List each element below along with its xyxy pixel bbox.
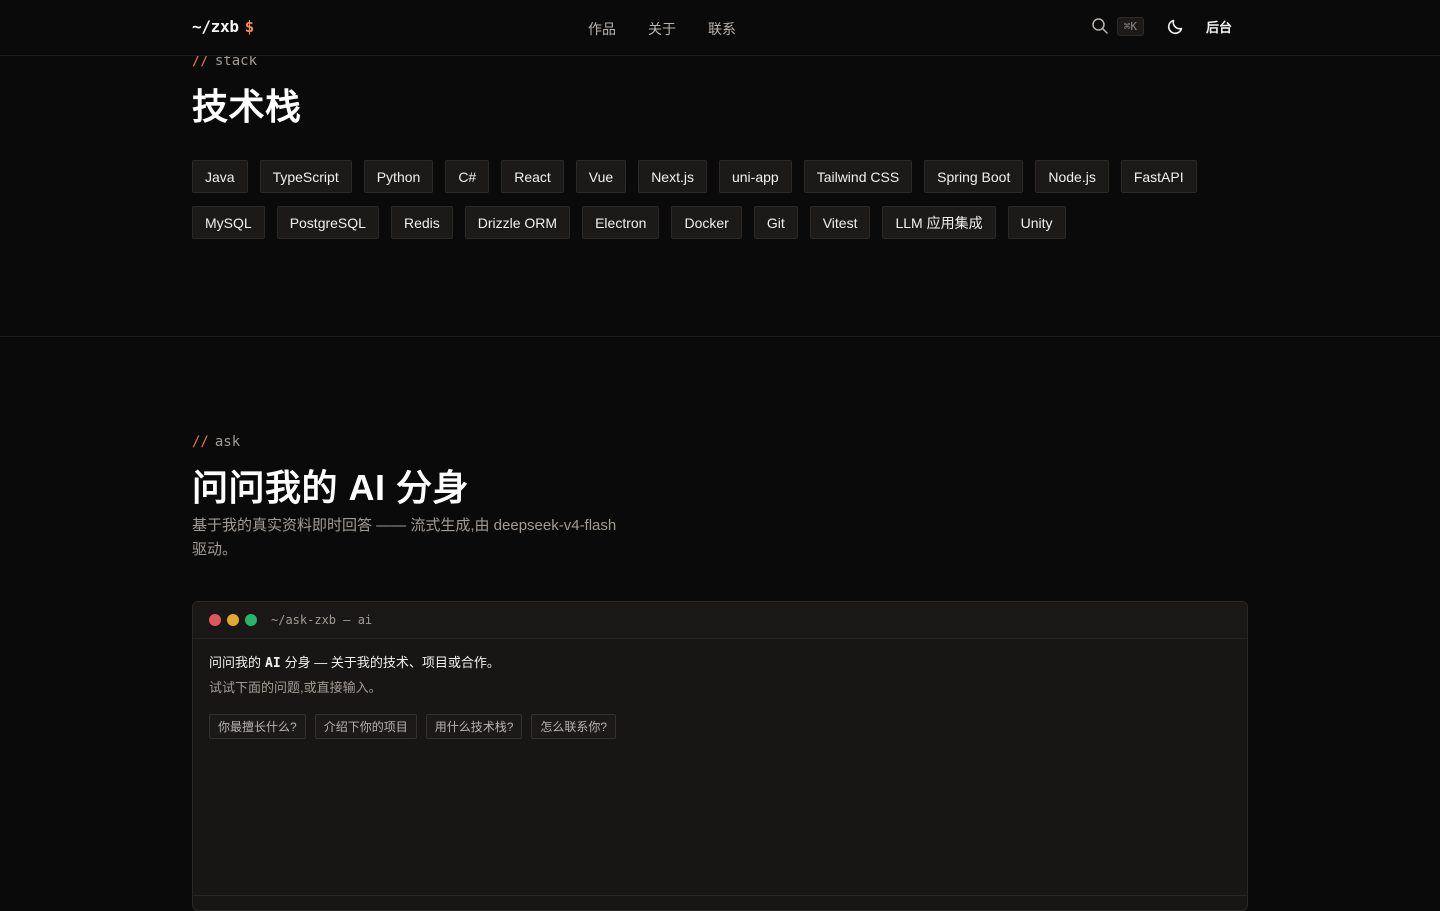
tech-tag: Vitest: [809, 206, 871, 239]
main-nav: 作品 关于 联系: [588, 19, 736, 39]
terminal-intro: 问问我的 AI 分身 — 关于我的技术、项目或合作。: [209, 653, 1231, 674]
logo-prompt: $: [244, 17, 255, 36]
tech-tag: uni-app: [718, 160, 792, 193]
suggestion-chip[interactable]: 怎么联系你?: [531, 714, 617, 739]
suggestion-chip[interactable]: 介绍下你的项目: [314, 714, 417, 739]
intro-part-2: 分身 — 关于我的技术、项目或合作。: [284, 655, 500, 670]
tech-tag: Git: [753, 206, 798, 239]
tech-tag: Drizzle ORM: [464, 206, 571, 239]
eyebrow-text: ask: [214, 434, 241, 450]
nav-item-contact[interactable]: 联系: [708, 19, 736, 39]
tech-tag: Python: [363, 160, 434, 193]
tech-tag: TypeScript: [259, 160, 352, 193]
tech-tag: Vue: [575, 160, 627, 193]
intro-ai: AI: [265, 656, 281, 671]
suggestion-list: 你最擅长什么? 介绍下你的项目 用什么技术栈? 怎么联系你?: [209, 714, 1231, 739]
tech-tag: Next.js: [638, 160, 707, 193]
ai-chat-terminal: ~/ask-zxb — ai 问问我的 AI 分身 — 关于我的技术、项目或合作。 …: [192, 601, 1248, 911]
terminal-hint: 试试下面的问题,或直接输入。: [209, 680, 382, 695]
suggestion-chip[interactable]: 你最擅长什么?: [209, 714, 306, 739]
terminal-input-divider: [193, 895, 1247, 896]
nav-item-about[interactable]: 关于: [648, 19, 676, 39]
intro-part-1: 问问我的: [209, 655, 262, 670]
site-header: ~/zxb $ 作品 关于 联系 ⌘K 后台: [0, 0, 1440, 56]
tech-tag: Spring Boot: [924, 160, 1024, 193]
tech-tag-list: Java TypeScript Python C# React Vue Next…: [192, 160, 1252, 239]
tech-tag: FastAPI: [1120, 160, 1197, 193]
tech-tag: MySQL: [192, 206, 265, 239]
tech-tag: LLM 应用集成: [882, 206, 996, 239]
tech-tag: Docker: [671, 206, 742, 239]
search-icon[interactable]: [1091, 17, 1109, 35]
suggestion-chip[interactable]: 用什么技术栈?: [425, 714, 523, 739]
site-logo[interactable]: ~/zxb $: [192, 17, 254, 36]
search-shortcut-badge[interactable]: ⌘K: [1116, 16, 1144, 36]
tech-tag: PostgreSQL: [276, 206, 379, 239]
section-divider: [0, 336, 1440, 337]
admin-link[interactable]: 后台: [1206, 17, 1232, 36]
tech-tag: Node.js: [1035, 160, 1109, 193]
ask-eyebrow: // ask: [192, 434, 240, 450]
terminal-title: ~/ask-zxb — ai: [271, 613, 373, 627]
tech-tag: Electron: [582, 206, 660, 239]
terminal-titlebar: ~/ask-zxb — ai: [193, 602, 1247, 639]
nav-item-works[interactable]: 作品: [588, 19, 616, 39]
stack-title: 技术栈: [192, 86, 302, 127]
window-dot-red: [209, 614, 221, 626]
moon-icon[interactable]: [1166, 16, 1186, 36]
window-dot-yellow: [227, 614, 239, 626]
logo-text: ~/zxb: [192, 17, 239, 36]
tech-tag: Redis: [390, 206, 453, 239]
tech-tag: Unity: [1007, 206, 1066, 239]
eyebrow-slash: //: [192, 434, 209, 450]
ask-title: 问问我的 AI 分身: [192, 467, 470, 508]
window-dot-green: [245, 614, 257, 626]
tech-tag: React: [501, 160, 564, 193]
header-actions: ⌘K 后台: [1091, 16, 1232, 36]
ask-description: 基于我的真实资料即时回答 —— 流式生成,由 deepseek-v4-flash…: [192, 517, 617, 558]
tech-tag: Tailwind CSS: [803, 160, 913, 193]
tech-tag: C#: [445, 160, 490, 193]
tech-tag: Java: [192, 160, 248, 193]
terminal-body: 问问我的 AI 分身 — 关于我的技术、项目或合作。 试试下面的问题,或直接输入。 …: [193, 639, 1247, 753]
